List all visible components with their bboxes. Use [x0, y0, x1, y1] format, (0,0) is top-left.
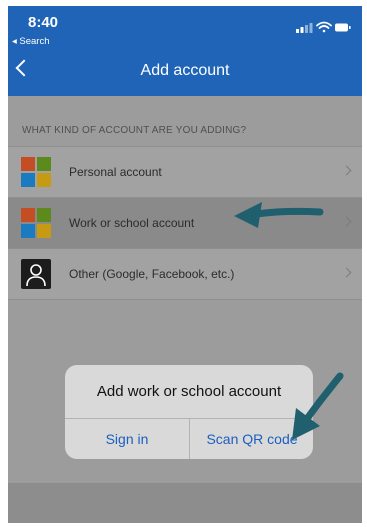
other-account-label: Other (Google, Facebook, etc.) [69, 267, 235, 281]
microsoft-logo-icon [21, 157, 51, 187]
wifi-icon [316, 21, 332, 33]
annotation-arrow-icon [234, 202, 324, 228]
chevron-right-icon [341, 267, 352, 278]
work-or-school-account-label: Work or school account [69, 216, 195, 230]
bottom-area [8, 483, 362, 523]
other-account-row[interactable]: Other (Google, Facebook, etc.) [8, 248, 362, 300]
sign-in-button[interactable]: Sign in [65, 419, 189, 459]
personal-account-row[interactable]: Personal account [8, 146, 362, 197]
status-time: 8:40 [28, 14, 59, 31]
microsoft-logo-icon [21, 208, 51, 238]
add-work-account-dialog: Add work or school account Sign in Scan … [65, 365, 313, 459]
chevron-right-icon [341, 216, 352, 227]
dialog-title: Add work or school account [96, 383, 282, 400]
annotation-arrow-icon [292, 372, 344, 440]
personal-account-label: Personal account [69, 165, 162, 179]
page-title: Add account [140, 62, 230, 79]
app-header: 8:40 ◂ Search Add account [8, 6, 362, 96]
chevron-right-icon [341, 165, 352, 176]
battery-icon [335, 23, 351, 32]
signal-icon [296, 23, 313, 33]
status-icons [296, 21, 351, 33]
back-to-search-link[interactable]: ◂ Search [12, 36, 50, 47]
phone-screen: 8:40 ◂ Search Add account WHAT KIND OF A… [8, 6, 362, 523]
section-heading: WHAT KIND OF ACCOUNT ARE YOU ADDING? [22, 125, 247, 136]
person-icon [21, 259, 51, 289]
